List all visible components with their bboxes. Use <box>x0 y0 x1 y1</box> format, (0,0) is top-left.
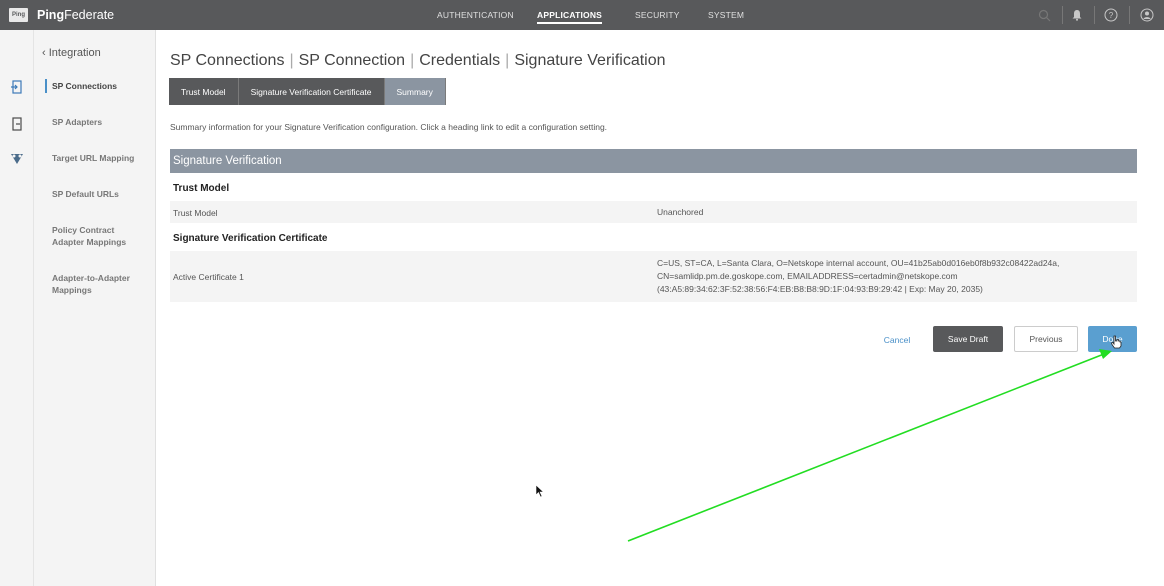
annotation-arrow <box>627 349 1112 542</box>
hand-cursor-icon <box>1110 335 1122 349</box>
mouse-pointer-icon <box>535 484 545 498</box>
